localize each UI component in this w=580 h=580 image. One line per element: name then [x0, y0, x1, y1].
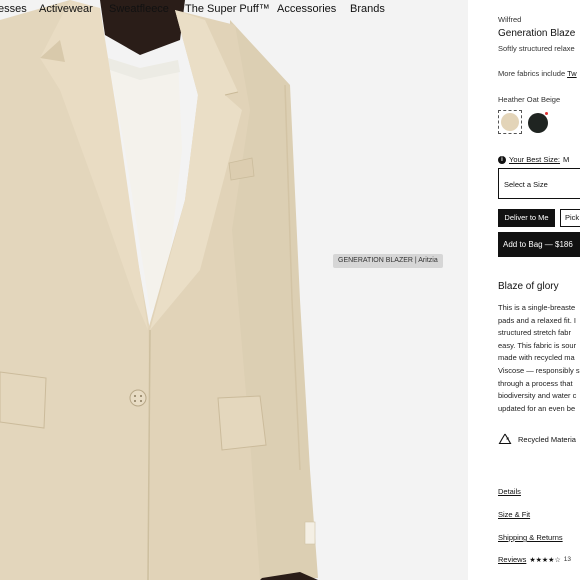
- reviews-row[interactable]: Reviews ★★★★☆ 13: [498, 555, 571, 564]
- swatch-dark[interactable]: [528, 113, 548, 133]
- swatch-new-dot: [545, 112, 548, 115]
- nav-item-brands[interactable]: Brands: [350, 3, 385, 15]
- nav-item-accessories[interactable]: Accessories: [277, 3, 336, 15]
- description-text: This is a single-breaste pads and a rela…: [498, 302, 580, 415]
- size-fit-accordion[interactable]: Size & Fit: [498, 510, 530, 519]
- size-select[interactable]: Select a Size: [498, 168, 580, 199]
- recycled-materials-badge[interactable]: Recycled Materia: [498, 433, 576, 446]
- star-rating-icon: ★★★★☆: [529, 556, 561, 564]
- product-details-panel: Wilfred Generation Blaze Softly structur…: [468, 0, 580, 580]
- fabric-link[interactable]: Tw: [567, 69, 577, 78]
- description-line: This is a single-breaste: [498, 303, 576, 312]
- nav-item-sweatfleece[interactable]: Sweatfleece: [109, 3, 169, 15]
- description-line: pads and a relaxed fit. I: [498, 315, 576, 325]
- description-line: through a process that: [498, 378, 573, 388]
- description-line: updated for an even be: [498, 403, 576, 413]
- product-image[interactable]: esses Activewear Sweatfleece The Super P…: [0, 0, 468, 580]
- swatch-heather-oat-beige[interactable]: [498, 110, 522, 134]
- image-tooltip: GENERATION BLAZER | Aritzia: [333, 254, 443, 268]
- reviews-link[interactable]: Reviews: [498, 555, 526, 564]
- info-icon: i: [498, 155, 506, 164]
- swatch-color-beige: [501, 113, 519, 131]
- brand-name[interactable]: Wilfred: [498, 15, 521, 24]
- description-line: structured stretch fabr: [498, 328, 571, 338]
- nav-item-activewear[interactable]: Activewear: [39, 3, 93, 15]
- description-line: easy. This fabric is sour: [498, 340, 577, 350]
- selected-color-name: Heather Oat Beige: [498, 95, 561, 104]
- best-size-row[interactable]: i Your Best Size: M: [498, 155, 569, 164]
- recycle-icon: [498, 433, 512, 445]
- description-title: Blaze of glory: [498, 281, 559, 292]
- best-size-value: M: [563, 155, 570, 164]
- nav-item-super-puff[interactable]: The Super Puff™: [185, 3, 270, 15]
- blazer-photo: [0, 0, 468, 580]
- nav-item-dresses[interactable]: esses: [0, 3, 27, 15]
- more-fabrics-label: More fabrics include: [498, 69, 568, 78]
- recycled-label: Recycled Materia: [518, 435, 576, 444]
- deliver-to-me-button[interactable]: Deliver to Me: [498, 209, 555, 227]
- pickup-button[interactable]: Pick: [560, 209, 580, 227]
- description-line: Viscose — responsibly s: [498, 365, 580, 375]
- more-fabrics-text: More fabrics include Tw: [498, 69, 577, 78]
- product-subtitle: Softly structured relaxe: [498, 44, 575, 53]
- review-count: 13: [563, 556, 571, 563]
- add-to-bag-button[interactable]: Add to Bag — $186: [498, 232, 580, 257]
- details-accordion[interactable]: Details: [498, 487, 521, 496]
- category-nav: esses Activewear Sweatfleece The Super P…: [0, 0, 468, 22]
- best-size-link[interactable]: Your Best Size:: [509, 155, 560, 164]
- description-line: biodiversity and water c: [498, 391, 577, 401]
- description-line: made with recycled ma: [498, 353, 575, 363]
- product-title: Generation Blaze: [498, 28, 576, 39]
- shipping-returns-accordion[interactable]: Shipping & Returns: [498, 533, 563, 542]
